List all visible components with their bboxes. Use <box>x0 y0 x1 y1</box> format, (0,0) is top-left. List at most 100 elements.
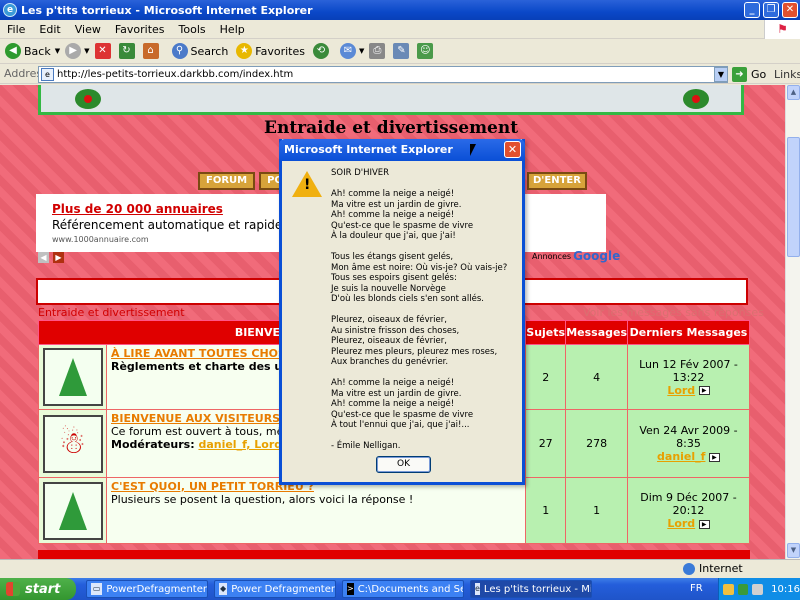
edit-icon: ✎ <box>393 43 410 59</box>
home-icon: ⌂ <box>142 43 159 59</box>
task-power-defragmenter[interactable]: ◆ Power Defragmenter <box>214 580 336 598</box>
forum-topics: 2 <box>525 344 567 410</box>
minimize-button[interactable]: _ <box>744 2 760 18</box>
holly-icon <box>683 89 709 109</box>
menu-view[interactable]: View <box>68 23 108 36</box>
windows-flag-icon: ⚑ <box>764 20 800 39</box>
table-row: C'EST QUOI, UN PETIT TORRIEU ? Plusieurs… <box>38 477 750 544</box>
clock[interactable]: 10:16 <box>771 584 800 595</box>
ad-prev-button[interactable]: ◀ <box>38 252 49 263</box>
task-internet-explorer[interactable]: e Les p'tits torrieux - Mi... <box>470 580 592 598</box>
menu-file[interactable]: File <box>0 23 32 36</box>
taskbar: start ▭ PowerDefragmenter ◆ Power Defragme… <box>0 578 800 600</box>
unanswered-link[interactable]: Voir les messages sans réponses <box>583 306 764 319</box>
nav-forum[interactable]: FORUM <box>198 172 256 190</box>
window-title: Les p'tits torrieux - Microsoft Internet… <box>21 3 313 17</box>
folder-icon: ▭ <box>91 583 103 595</box>
ok-button[interactable]: OK <box>376 456 431 473</box>
menu-help[interactable]: Help <box>213 23 252 36</box>
menu-tools[interactable]: Tools <box>172 23 213 36</box>
forum-topics: 1 <box>525 477 567 544</box>
mouse-cursor-icon <box>470 144 476 156</box>
scroll-thumb[interactable] <box>787 137 800 257</box>
menu-favorites[interactable]: Favorites <box>108 23 172 36</box>
warning-icon: ! <box>292 171 322 197</box>
page-icon: e <box>41 68 54 81</box>
table-footer-bar <box>38 550 750 559</box>
dropdown-arrow-icon[interactable]: ▼ <box>55 47 60 55</box>
task-powerdefragmenter-folder[interactable]: ▭ PowerDefragmenter <box>86 580 208 598</box>
search-icon: ⚲ <box>171 43 188 59</box>
nav-connexion[interactable]: D'ENTER <box>527 172 587 190</box>
goto-post-icon[interactable]: ▶ <box>708 452 720 462</box>
last-post-user[interactable]: daniel_f <box>657 450 705 463</box>
tray-icon[interactable] <box>723 583 734 595</box>
ad-next-button[interactable]: ▶ <box>53 252 64 263</box>
forward-arrow-icon: ▶ <box>65 43 82 59</box>
tray-icon[interactable] <box>737 583 749 595</box>
search-button[interactable]: ⚲ Search <box>171 40 228 62</box>
mail-button[interactable]: ✉ ▼ <box>340 40 364 62</box>
forum-topics: 27 <box>525 409 567 478</box>
home-button[interactable]: ⌂ <box>142 40 162 62</box>
volume-icon[interactable] <box>752 583 764 595</box>
ads-by-google[interactable]: Annonces Google <box>532 249 620 263</box>
messenger-icon: ☺ <box>417 43 434 59</box>
refresh-button[interactable]: ↻ <box>118 40 138 62</box>
ad-url[interactable]: www.1000annuaire.com <box>52 235 149 244</box>
goto-post-icon[interactable]: ▶ <box>698 519 710 529</box>
status-bar: Internet <box>0 559 800 578</box>
messenger-button[interactable]: ☺ <box>417 40 436 62</box>
window-titlebar: e Les p'tits torrieux - Microsoft Intern… <box>0 0 800 20</box>
address-input[interactable]: e http://les-petits-torrieux.darkbb.com/… <box>38 66 728 83</box>
ad-title-link[interactable]: Plus de 20 000 annuaires <box>52 202 223 216</box>
goto-post-icon[interactable]: ▶ <box>698 386 710 395</box>
stop-button[interactable]: ✕ <box>94 40 114 62</box>
maximize-button[interactable]: ❐ <box>763 2 779 18</box>
star-icon: ★ <box>236 43 253 59</box>
go-button[interactable]: ➜ Go <box>732 66 766 83</box>
vertical-scrollbar[interactable]: ▲ ▼ <box>785 85 800 559</box>
close-button[interactable]: ✕ <box>782 2 798 18</box>
santa-icon: ☃ <box>42 414 103 473</box>
scroll-up-button[interactable]: ▲ <box>787 85 800 100</box>
toolbar: ◀ Back ▼ ▶ ▼ ✕ ↻ ⌂ ⚲ Search ★ Favorites ⟲ ✉ ▼ … <box>0 39 800 64</box>
site-banner <box>38 85 744 115</box>
ie-logo-icon: e <box>3 3 17 17</box>
dialog-close-button[interactable]: ✕ <box>504 141 521 158</box>
dialog-message: SOIR D'HIVER Ah! comme la neige a neigé!… <box>331 168 508 451</box>
links-button[interactable]: Links <box>774 68 800 81</box>
task-command-prompt[interactable]: > C:\Documents and Se... <box>342 580 464 598</box>
scroll-down-button[interactable]: ▼ <box>787 543 800 558</box>
stop-icon: ✕ <box>94 43 111 59</box>
last-post-user[interactable]: Lord <box>667 384 695 397</box>
dropdown-arrow-icon[interactable]: ▼ <box>84 47 89 55</box>
address-bar: Address e http://les-petits-torrieux.dar… <box>0 64 800 84</box>
language-indicator[interactable]: FR <box>690 583 703 594</box>
last-post-user[interactable]: Lord <box>667 517 695 530</box>
edit-button[interactable]: ✎ <box>393 40 412 62</box>
history-icon: ⟲ <box>313 43 329 59</box>
header-last: Derniers Messages <box>627 320 750 345</box>
forum-desc: Plusieurs se posent la question, alors v… <box>111 493 414 506</box>
address-url: http://les-petits-torrieux.darkbb.com/in… <box>57 69 294 80</box>
favorites-button[interactable]: ★ Favorites <box>236 40 305 62</box>
forum-messages: 1 <box>565 477 628 544</box>
start-button[interactable]: start <box>0 578 76 600</box>
breadcrumb[interactable]: Entraide et divertissement <box>38 306 185 319</box>
holly-icon <box>75 89 101 109</box>
dropdown-arrow-icon[interactable]: ▼ <box>359 47 364 55</box>
forum-tree-icon <box>42 481 103 540</box>
print-button[interactable]: ⎙ <box>369 40 388 62</box>
ie-icon: e <box>475 583 480 595</box>
menu-bar: File Edit View Favorites Tools Help <box>0 20 800 39</box>
history-button[interactable]: ⟲ <box>313 40 332 62</box>
forum-tree-icon <box>42 348 103 406</box>
last-post-date: Dim 9 Déc 2007 - 20:12 <box>640 491 737 517</box>
address-dropdown-button[interactable]: ▼ <box>714 67 728 82</box>
menu-edit[interactable]: Edit <box>32 23 67 36</box>
forward-button[interactable]: ▶ ▼ <box>65 40 90 62</box>
mail-icon: ✉ <box>340 43 356 59</box>
forum-messages: 278 <box>565 409 628 478</box>
back-button[interactable]: ◀ Back ▼ <box>5 40 60 62</box>
